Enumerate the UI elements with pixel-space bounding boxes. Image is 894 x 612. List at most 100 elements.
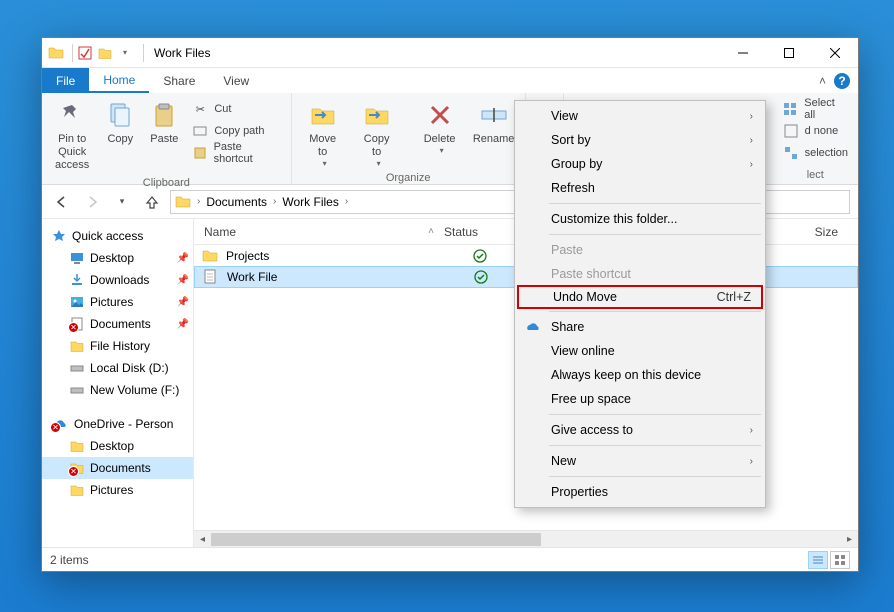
nav-quick-access[interactable]: Quick access [42,225,193,247]
chevron-right-icon: › [750,135,753,146]
chevron-right-icon: › [750,159,753,170]
nav-od-pictures[interactable]: Pictures [42,479,193,501]
folder-icon: ✕ [70,461,84,475]
status-synced-icon [450,249,510,263]
separator [549,445,761,446]
tab-share[interactable]: Share [149,68,209,93]
nav-downloads[interactable]: Downloads📌 [42,269,193,291]
copy-to-button[interactable]: Copy to▾ [352,97,402,170]
paste-shortcut-icon [192,145,207,161]
window-controls [720,38,858,67]
select-none-icon [783,123,799,139]
folder-icon [70,483,84,497]
error-overlay-icon: ✕ [50,422,61,433]
separator [549,203,761,204]
nav-od-documents[interactable]: ✕ Documents [42,457,193,479]
copy-button[interactable]: Copy [100,97,140,148]
details-view-button[interactable] [808,551,828,569]
pin-to-quick-access-button[interactable]: Pin to Quick access [48,97,96,175]
qat-new-folder-icon[interactable] [97,45,113,61]
back-button[interactable] [50,190,74,214]
folder-icon [70,439,84,453]
star-icon [52,229,66,243]
tab-home[interactable]: Home [89,68,149,93]
group-label-select: lect [779,167,852,184]
tab-file[interactable]: File [42,68,89,93]
select-none-button[interactable]: d none [779,121,852,141]
qat-dropdown-icon[interactable]: ▾ [117,45,133,61]
nav-file-history[interactable]: File History [42,335,193,357]
nav-new-volume[interactable]: New Volume (F:) [42,379,193,401]
breadcrumb-documents[interactable]: Documents [202,191,271,213]
horizontal-scrollbar[interactable]: ◂ ▸ [194,530,858,547]
ctx-give-access[interactable]: Give access to› [517,418,763,442]
delete-button[interactable]: Delete▾ [415,97,465,157]
ctx-customize[interactable]: Customize this folder... [517,207,763,231]
ribbon-tabs: File Home Share View ˄ ? [42,68,858,93]
ctx-view-online[interactable]: View online [517,339,763,363]
nav-desktop[interactable]: Desktop📌 [42,247,193,269]
delete-icon [424,99,456,131]
pin-icon [56,99,88,131]
move-to-button[interactable]: Move to▾ [298,97,348,170]
nav-local-disk[interactable]: Local Disk (D:) [42,357,193,379]
scrollbar-thumb[interactable] [211,533,541,546]
ctx-refresh[interactable]: Refresh [517,176,763,200]
up-button[interactable] [140,190,164,214]
forward-button[interactable] [80,190,104,214]
ctx-new[interactable]: New› [517,449,763,473]
chevron-right-icon: › [750,456,753,467]
close-button[interactable] [812,38,858,67]
ribbon-collapse-icon[interactable]: ˄ [819,74,826,88]
col-header-status[interactable]: Status [444,225,504,239]
qat-properties-icon[interactable] [77,45,93,61]
separator [549,414,761,415]
ctx-view[interactable]: View› [517,104,763,128]
tab-view[interactable]: View [209,68,263,93]
separator [72,44,73,62]
chevron-right-icon[interactable]: › [271,196,278,207]
nav-od-desktop[interactable]: Desktop [42,435,193,457]
nav-documents[interactable]: ✕ Documents📌 [42,313,193,335]
scroll-left-icon[interactable]: ◂ [194,531,211,548]
ctx-group-by[interactable]: Group by› [517,152,763,176]
cut-button[interactable]: ✂Cut [188,99,284,119]
window-folder-icon [48,45,64,61]
pin-icon: 📌 [177,297,189,308]
scroll-right-icon[interactable]: ▸ [841,531,858,548]
paste-button[interactable]: Paste [144,97,184,148]
nav-pictures[interactable]: Pictures📌 [42,291,193,313]
chevron-right-icon[interactable]: › [343,196,350,207]
nav-onedrive[interactable]: ✕ OneDrive - Person [42,413,193,435]
address-folder-icon [175,194,191,210]
rename-button[interactable]: Rename [469,97,519,148]
move-to-icon [307,99,339,131]
chevron-right-icon[interactable]: › [195,196,202,207]
ctx-free-up[interactable]: Free up space [517,387,763,411]
context-menu: View› Sort by› Group by› Refresh Customi… [514,100,766,508]
sort-indicator-icon: ˄ [428,226,434,237]
help-icon[interactable]: ? [834,73,850,89]
separator [549,234,761,235]
chevron-right-icon: › [750,111,753,122]
thumbnails-view-button[interactable] [830,551,850,569]
desktop-icon [70,251,84,265]
ctx-undo-move[interactable]: Undo MoveCtrl+Z [517,285,763,309]
paste-shortcut-button[interactable]: Paste shortcut [188,143,284,163]
ctx-properties[interactable]: Properties [517,480,763,504]
file-explorer-window: ▾ Work Files File Home Share View ˄ ? Pi [41,37,859,572]
invert-selection-button[interactable]: selection [779,143,852,163]
ctx-share[interactable]: Share [517,315,763,339]
ctx-sort-by[interactable]: Sort by› [517,128,763,152]
select-all-button[interactable]: Select all [779,99,852,119]
breadcrumb-work-files[interactable]: Work Files [278,191,342,213]
recent-locations-button[interactable]: ▾ [110,190,134,214]
ctx-always-keep[interactable]: Always keep on this device [517,363,763,387]
pictures-icon [70,295,84,309]
copy-path-button[interactable]: Copy path [188,121,284,141]
quick-access-toolbar: ▾ [77,45,133,61]
minimize-button[interactable] [720,38,766,67]
col-header-name[interactable]: Name˄ [194,225,444,239]
copy-path-icon [192,123,208,139]
maximize-button[interactable] [766,38,812,67]
